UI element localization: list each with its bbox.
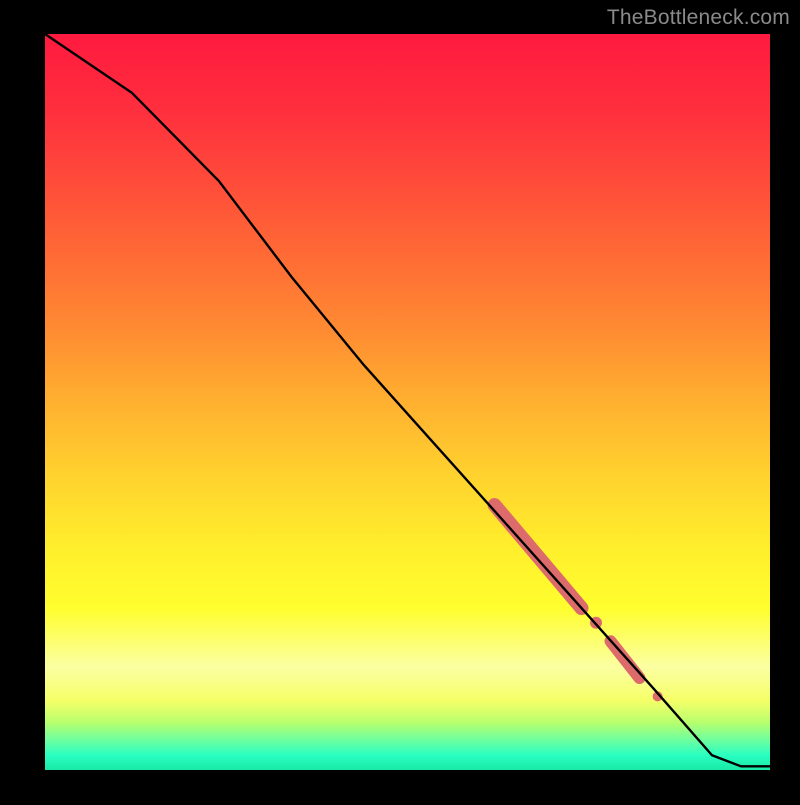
chart-container: TheBottleneck.com — [0, 0, 800, 800]
chart-background — [45, 34, 770, 770]
chart-svg — [0, 0, 800, 800]
watermark-text: TheBottleneck.com — [607, 6, 790, 30]
